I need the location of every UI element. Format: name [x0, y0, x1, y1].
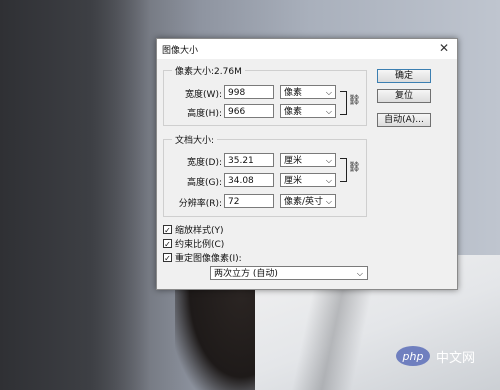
- resolution-unit: 像素/英寸: [284, 197, 324, 207]
- pixel-height-unit: 像素: [284, 107, 303, 117]
- checkmark-icon[interactable]: ✓: [163, 253, 172, 263]
- dialog-titlebar: 图像大小 ✕: [157, 39, 457, 59]
- resample-label: 重定图像像素(I):: [175, 254, 242, 264]
- checkmark-icon[interactable]: ✓: [163, 225, 172, 235]
- doc-width-label: 宽度(D):: [187, 158, 222, 168]
- resample-method-value: 两次立方 (自动): [214, 269, 278, 279]
- ok-button[interactable]: 确定: [377, 69, 431, 83]
- close-icon[interactable]: ✕: [437, 41, 451, 55]
- resample-option[interactable]: ✓ 重定图像像素(I):: [163, 251, 242, 264]
- chevron-down-icon: ⌵: [325, 197, 332, 206]
- doc-width-field[interactable]: 35.21: [224, 153, 274, 167]
- chevron-down-icon: ⌵: [325, 107, 332, 116]
- pixel-height-label: 高度(H):: [187, 109, 222, 119]
- constrain-proportions-label: 约束比例(C): [175, 240, 225, 250]
- scale-styles-option[interactable]: ✓ 缩放样式(Y): [163, 223, 224, 236]
- document-size-group: 文档大小: 宽度(D): 35.21 厘米 ⌵ 高度(G): 34.08 厘米 …: [163, 133, 367, 217]
- doc-width-unit: 厘米: [284, 156, 303, 166]
- pixel-width-unit: 像素: [284, 88, 303, 98]
- document-size-legend: 文档大小:: [172, 133, 218, 146]
- constrain-proportions-option[interactable]: ✓ 约束比例(C): [163, 237, 224, 250]
- doc-height-unit-select[interactable]: 厘米 ⌵: [280, 173, 336, 187]
- chain-link-icon: ⛓: [348, 162, 361, 173]
- pixel-width-label: 宽度(W):: [185, 90, 222, 100]
- pixel-height-unit-select[interactable]: 像素 ⌵: [280, 104, 336, 118]
- resolution-label: 分辨率(R):: [178, 199, 222, 209]
- pixel-height-field[interactable]: 966: [224, 104, 274, 118]
- checkmark-icon[interactable]: ✓: [163, 239, 172, 249]
- pixel-link-bracket: [340, 91, 347, 115]
- php-logo: php: [396, 346, 430, 366]
- doc-link-bracket: [340, 158, 347, 182]
- pixel-dimensions-group: 像素大小:2.76M 宽度(W): 998 像素 ⌵ 高度(H): 966 像素…: [163, 64, 367, 126]
- resolution-unit-select[interactable]: 像素/英寸 ⌵: [280, 194, 336, 208]
- image-size-dialog: 图像大小 ✕ 像素大小:2.76M 宽度(W): 998 像素 ⌵ 高度(H):…: [156, 38, 458, 290]
- background-shadow: [0, 0, 150, 390]
- dialog-title: 图像大小: [162, 46, 199, 56]
- chevron-down-icon: ⌵: [325, 88, 332, 97]
- resolution-field[interactable]: 72: [224, 194, 274, 208]
- watermark-text: 中文网: [436, 350, 476, 366]
- chevron-down-icon: ⌵: [356, 269, 363, 278]
- chain-link-icon: ⛓: [348, 95, 361, 106]
- resample-method-select[interactable]: 两次立方 (自动) ⌵: [210, 266, 368, 280]
- chevron-down-icon: ⌵: [325, 176, 332, 185]
- doc-height-label: 高度(G):: [186, 178, 222, 188]
- doc-height-unit: 厘米: [284, 176, 303, 186]
- chevron-down-icon: ⌵: [325, 156, 332, 165]
- auto-button[interactable]: 自动(A)...: [377, 113, 431, 127]
- scale-styles-label: 缩放样式(Y): [175, 226, 224, 236]
- doc-height-field[interactable]: 34.08: [224, 173, 274, 187]
- watermark: php 中文网: [396, 346, 475, 366]
- pixel-dimensions-legend: 像素大小:2.76M: [172, 64, 245, 77]
- doc-width-unit-select[interactable]: 厘米 ⌵: [280, 153, 336, 167]
- reset-button[interactable]: 复位: [377, 89, 431, 103]
- pixel-width-field[interactable]: 998: [224, 85, 274, 99]
- pixel-width-unit-select[interactable]: 像素 ⌵: [280, 85, 336, 99]
